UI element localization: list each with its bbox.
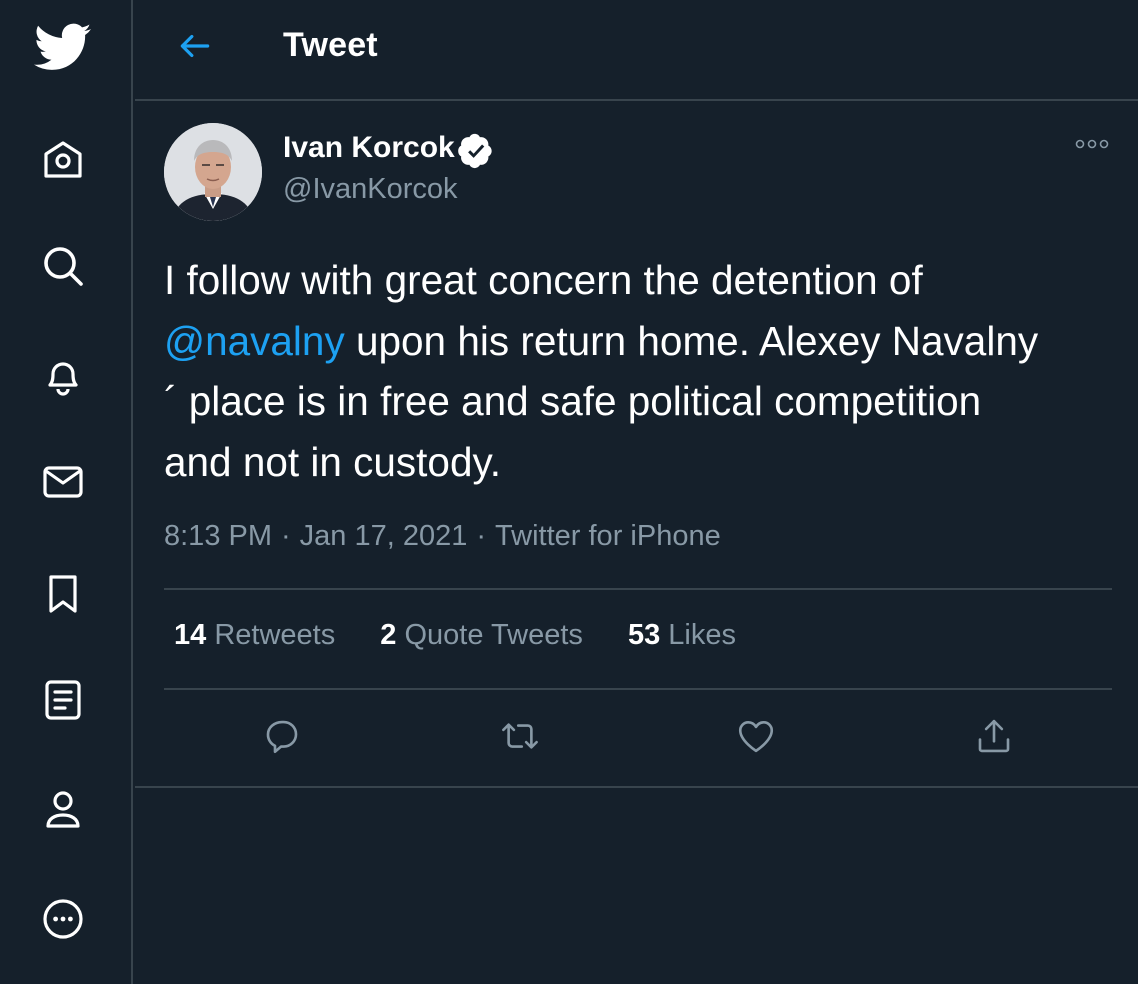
page-title: Tweet <box>283 26 378 64</box>
tweet-time[interactable]: 8:13 PM <box>164 520 272 552</box>
retweets-label: Retweets <box>214 619 336 651</box>
back-button[interactable] <box>165 20 225 76</box>
likes-stat[interactable]: 53 Likes <box>628 619 736 652</box>
bookmark-icon[interactable] <box>30 561 96 627</box>
quotes-count: 2 <box>380 619 397 651</box>
avatar[interactable] <box>164 123 262 221</box>
retweets-count: 14 <box>174 619 207 651</box>
tweet-stats: 14 Retweets 2 Quote Tweets 53 Likes <box>174 619 773 652</box>
sidebar-nav <box>0 0 133 984</box>
home-icon[interactable] <box>30 126 96 192</box>
share-button[interactable] <box>964 708 1024 768</box>
retweet-icon <box>499 715 541 762</box>
meta-separator: · <box>476 520 487 552</box>
divider <box>164 588 1112 590</box>
tweet-text: I follow with great concern the detentio… <box>164 250 1114 492</box>
likes-label: Likes <box>668 619 736 651</box>
meta-separator: · <box>281 520 291 552</box>
likes-count: 53 <box>627 619 661 651</box>
retweets-stat[interactable]: 14 Retweets <box>174 619 335 652</box>
quote-tweets-stat[interactable]: 2 Quote Tweets <box>380 619 583 652</box>
more-horizontal-icon <box>1074 137 1110 156</box>
bell-icon[interactable] <box>30 341 96 407</box>
profile-icon[interactable] <box>30 776 96 842</box>
verified-badge-icon <box>457 133 493 169</box>
quotes-label: Quote Tweets <box>404 619 583 651</box>
tweet-date[interactable]: Jan 17, 2021 <box>300 520 468 552</box>
list-icon[interactable] <box>30 667 96 733</box>
like-icon <box>735 715 777 762</box>
mention-link[interactable]: @navalny <box>164 318 345 364</box>
tweet-source[interactable]: Twitter for iPhone <box>495 520 721 552</box>
retweet-button[interactable] <box>490 708 550 768</box>
page-header: Tweet <box>135 0 1138 101</box>
twitter-logo-icon[interactable] <box>30 14 96 80</box>
tweet-text-before: I follow with great concern the detentio… <box>164 257 923 303</box>
share-icon <box>973 715 1015 762</box>
author-handle[interactable]: @IvanKorcok <box>283 173 458 206</box>
tweet-meta: 8:13 PM · Jan 17, 2021 · Twitter for iPhone <box>164 520 721 553</box>
like-button[interactable] <box>726 708 786 768</box>
search-icon[interactable] <box>30 233 96 299</box>
mail-icon[interactable] <box>30 449 96 515</box>
tweet-detail: Ivan Korcok @IvanKorcok I follow with gr… <box>135 103 1138 788</box>
tweet-more-button[interactable] <box>1072 131 1112 161</box>
arrow-left-icon <box>176 27 214 70</box>
more-icon[interactable] <box>30 886 96 952</box>
reply-icon <box>261 715 303 762</box>
divider <box>164 688 1112 690</box>
tweet-actions <box>135 708 1138 768</box>
author-display-name[interactable]: Ivan Korcok <box>283 131 455 165</box>
reply-button[interactable] <box>252 708 312 768</box>
app-window: Tweet Ivan Korcok @IvanKorcok I follow w… <box>0 0 1138 984</box>
